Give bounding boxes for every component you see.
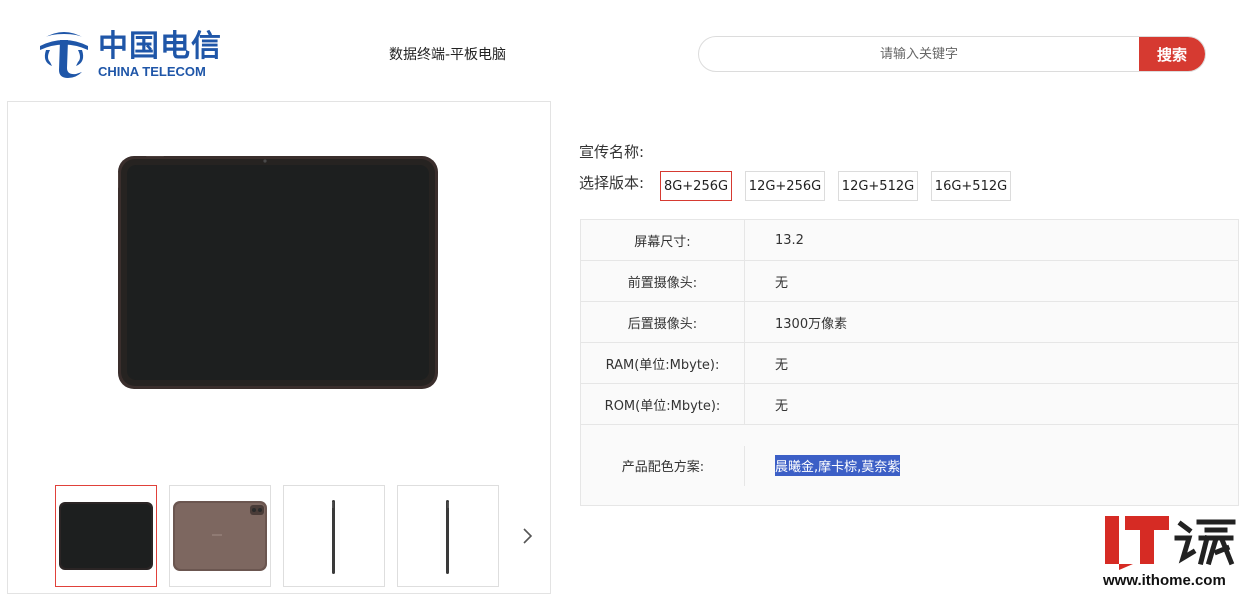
version-option-8g-256g[interactable]: 8G+256G	[660, 171, 732, 201]
spec-key: 前置摄像头:	[581, 261, 745, 301]
search-bar: 搜索	[698, 36, 1206, 72]
search-button[interactable]: 搜索	[1139, 37, 1205, 71]
spec-row-rom: ROM(单位:Mbyte): 无	[581, 384, 1238, 425]
spec-key: 后置摄像头:	[581, 302, 745, 342]
spec-table: 屏幕尺寸: 13.2 前置摄像头: 无 后置摄像头: 1300万像素 RAM(单…	[580, 219, 1239, 506]
thumbnail-back[interactable]	[169, 485, 271, 587]
page-title: 数据终端-平板电脑	[389, 47, 507, 63]
spec-row-ram: RAM(单位:Mbyte): 无	[581, 343, 1238, 384]
spec-value: 13.2	[775, 232, 804, 248]
version-option-12g-256g[interactable]: 12G+256G	[745, 171, 825, 201]
spec-row-screen-size: 屏幕尺寸: 13.2	[581, 220, 1238, 261]
ithome-watermark: www.ithome.com	[1103, 514, 1239, 594]
spec-key: RAM(单位:Mbyte):	[581, 343, 745, 383]
spec-value: 1300万像素	[775, 316, 848, 332]
spec-value: 晨曦金,摩卡棕,莫奈紫	[775, 425, 901, 505]
logo-english-text: CHINA TELECOM	[98, 64, 206, 79]
version-option-12g-512g[interactable]: 12G+512G	[838, 171, 918, 201]
ithome-logo-icon	[1105, 516, 1236, 570]
chevron-right-icon[interactable]	[518, 522, 538, 550]
spec-value: 无	[775, 357, 789, 373]
tablet-front-thumb-icon	[59, 502, 153, 570]
watermark-url: www.ithome.com	[1103, 572, 1226, 589]
spec-row-colors: 产品配色方案: 晨曦金,摩卡棕,莫奈紫	[581, 425, 1238, 505]
version-option-16g-512g[interactable]: 16G+512G	[931, 171, 1011, 201]
promo-name-label: 宣传名称:	[579, 143, 645, 161]
tablet-side-thumb-icon	[446, 500, 449, 574]
spec-value: 无	[775, 398, 789, 414]
spec-divider	[744, 446, 745, 486]
thumbnail-side-2[interactable]	[397, 485, 499, 587]
product-main-image[interactable]	[118, 156, 438, 389]
spec-key: 屏幕尺寸:	[581, 220, 745, 260]
china-telecom-logo[interactable]: 中国电信 CHINA TELECOM	[38, 28, 221, 80]
logo-chinese-text: 中国电信	[98, 29, 222, 64]
spec-row-front-camera: 前置摄像头: 无	[581, 261, 1238, 302]
thumbnail-side-1[interactable]	[283, 485, 385, 587]
spec-row-rear-camera: 后置摄像头: 1300万像素	[581, 302, 1238, 343]
spec-key: 产品配色方案:	[621, 459, 705, 475]
thumbnail-front[interactable]	[55, 485, 157, 587]
spec-key: ROM(单位:Mbyte):	[581, 384, 745, 424]
tablet-side-thumb-icon	[332, 500, 335, 574]
search-input[interactable]	[699, 37, 1139, 71]
tablet-back-thumb-icon	[173, 501, 267, 571]
spec-value: 无	[775, 275, 789, 291]
selected-text-highlight[interactable]: 晨曦金,摩卡棕,莫奈紫	[775, 454, 901, 476]
china-telecom-emblem-icon	[40, 32, 88, 78]
version-label: 选择版本:	[579, 174, 645, 192]
